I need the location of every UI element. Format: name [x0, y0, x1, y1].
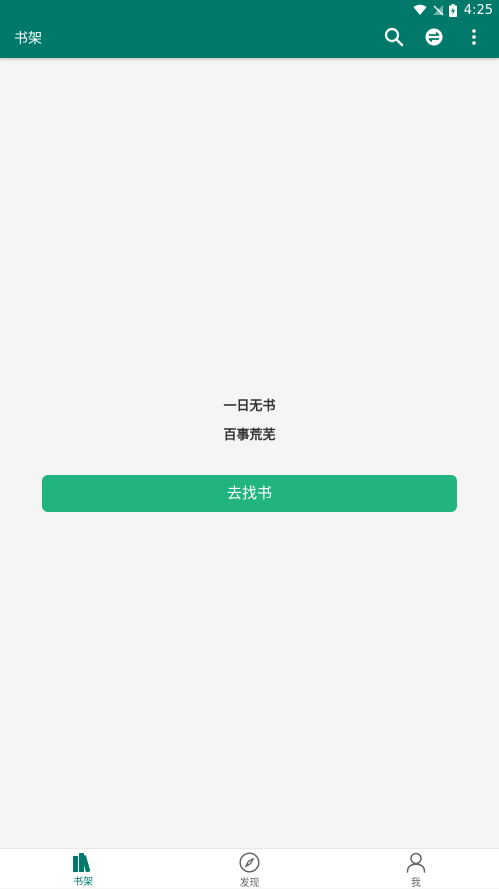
person-icon: [405, 852, 427, 873]
wifi-icon: [413, 4, 427, 16]
battery-charging-icon: [448, 3, 457, 17]
status-icons: 4:25: [413, 0, 493, 20]
empty-message-line2: 百事荒芜: [223, 428, 276, 443]
filter-icon: [425, 28, 443, 50]
bookshelf-icon: [72, 852, 94, 872]
page-title: 书架: [14, 31, 42, 47]
nav-label-bookshelf: 书架: [73, 877, 94, 888]
status-time: 4:25: [463, 2, 493, 18]
bottom-navigation: 书架 发现 我: [0, 848, 499, 889]
filter-button[interactable]: [423, 28, 445, 50]
search-icon: [384, 27, 404, 51]
search-button[interactable]: [383, 27, 405, 51]
app-actions: [383, 20, 485, 58]
nav-item-bookshelf[interactable]: 书架: [0, 849, 166, 888]
nav-item-me[interactable]: 我: [333, 849, 499, 889]
find-book-button[interactable]: 去找书: [42, 475, 457, 512]
app-bar: 书架: [0, 20, 499, 58]
more-menu-button[interactable]: [463, 28, 485, 50]
compass-icon: [238, 852, 260, 873]
no-signal-icon: [432, 4, 444, 16]
bookshelf-content: 一日无书 百事荒芜 去找书: [0, 58, 499, 848]
empty-message-line1: 一日无书: [223, 399, 276, 414]
more-vert-icon: [471, 28, 477, 50]
nav-item-discover[interactable]: 发现: [166, 849, 332, 889]
status-bar: 4:25: [0, 0, 499, 20]
